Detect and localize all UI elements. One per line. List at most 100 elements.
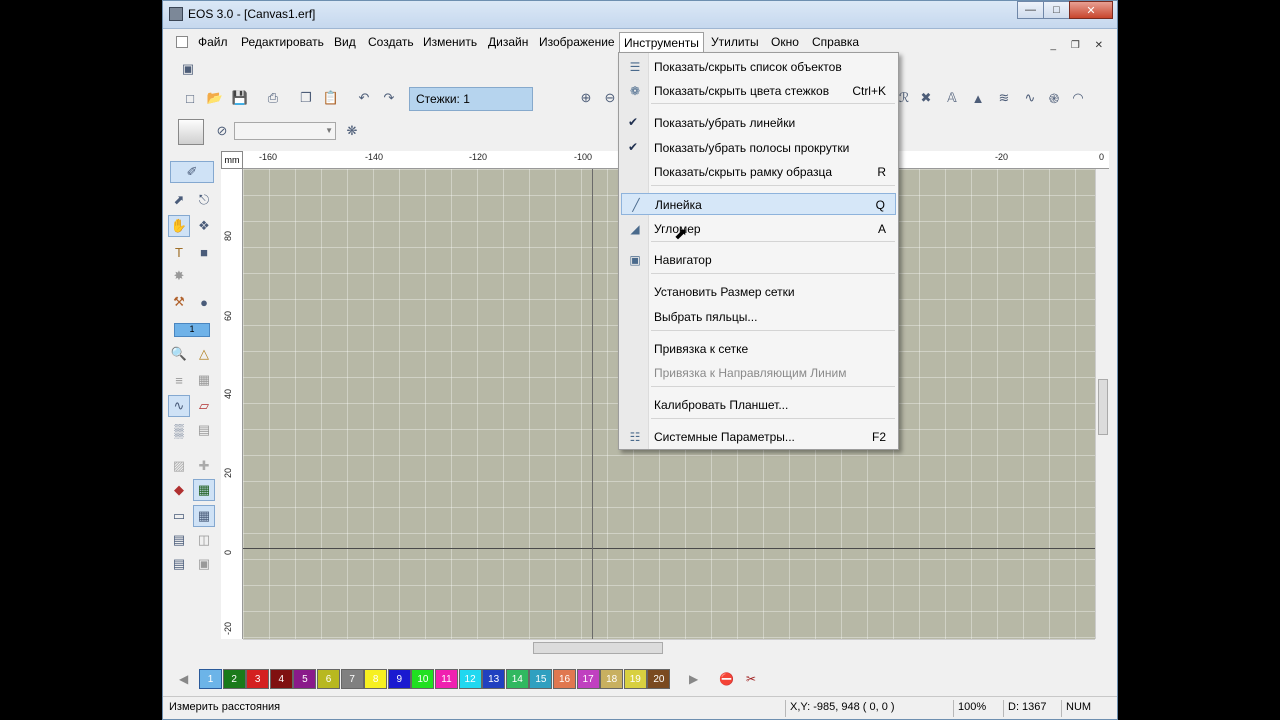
- shapes-icon[interactable]: ●: [193, 291, 215, 313]
- palette-chip[interactable]: 2: [222, 669, 246, 689]
- vertical-scroll-thumb[interactable]: [1098, 379, 1108, 435]
- menu-item[interactable]: Привязка к сетке: [621, 338, 896, 360]
- open-folder-icon[interactable]: 📂: [206, 89, 224, 107]
- menu-design[interactable]: Дизайн: [483, 34, 533, 50]
- spiral-icon[interactable]: ֎: [1045, 89, 1063, 107]
- measure-icon[interactable]: ▤: [168, 553, 190, 575]
- zoom-tool-icon[interactable]: 🔍: [168, 343, 190, 365]
- horizontal-scroll-thumb[interactable]: [533, 642, 663, 654]
- grid-icon[interactable]: ▦: [193, 505, 215, 527]
- palette-chip[interactable]: 18: [600, 669, 624, 689]
- pattern-icon[interactable]: ❖: [193, 215, 215, 237]
- palette-chip[interactable]: 3: [246, 669, 270, 689]
- palette-chip[interactable]: 14: [505, 669, 529, 689]
- menu-item[interactable]: ▣ Навигатор: [621, 249, 896, 271]
- menu-modify[interactable]: Изменить: [418, 34, 482, 50]
- monitor-icon[interactable]: ▣: [179, 60, 197, 78]
- menu-item[interactable]: Установить Размер сетки: [621, 281, 896, 303]
- palette-next-icon[interactable]: ▶: [689, 672, 698, 686]
- magic-select-icon[interactable]: ❋: [343, 122, 361, 140]
- zoom-out-icon[interactable]: ⊖: [601, 89, 619, 107]
- machine-icon[interactable]: ▣: [193, 553, 215, 575]
- fill-pattern-icon[interactable]: ▲: [969, 89, 987, 107]
- menu-create[interactable]: Создать: [363, 34, 419, 50]
- save-icon[interactable]: 💾: [231, 89, 249, 107]
- palette-chip[interactable]: 17: [576, 669, 600, 689]
- running-stitch-icon[interactable]: ∿: [168, 395, 190, 417]
- palette-chip[interactable]: 15: [529, 669, 553, 689]
- image-icon[interactable]: ▦: [193, 479, 215, 501]
- menu-view[interactable]: Вид: [329, 34, 361, 50]
- palette-chip[interactable]: 4: [269, 669, 293, 689]
- color-swatch[interactable]: [178, 119, 204, 145]
- select-arrow-icon[interactable]: ⬈: [168, 189, 190, 211]
- panel-icon[interactable]: ▤: [168, 529, 190, 551]
- stitches-counter[interactable]: Стежки: 1: [409, 87, 533, 111]
- palette-prev-icon[interactable]: ◀: [179, 672, 188, 686]
- menu-item[interactable]: ✔ Показать/убрать линейки: [621, 112, 896, 134]
- redo-icon[interactable]: ↷: [380, 89, 398, 107]
- palette-chip[interactable]: 12: [458, 669, 482, 689]
- menu-item[interactable]: ☰ Показать/скрыть список объектов: [621, 56, 896, 78]
- scan-icon[interactable]: ◫: [193, 529, 215, 551]
- menu-item[interactable]: ❁ Показать/скрыть цвета стежков Ctrl+K: [621, 80, 896, 102]
- minimize-button[interactable]: —: [1017, 1, 1044, 19]
- move-hand-icon[interactable]: ✋: [168, 215, 190, 237]
- palette-chip[interactable]: 5: [293, 669, 317, 689]
- document-icon[interactable]: [176, 36, 188, 48]
- new-file-icon[interactable]: □: [181, 89, 199, 107]
- menu-edit[interactable]: Редактировать: [236, 34, 329, 50]
- stitch-b-icon[interactable]: ▦: [193, 369, 215, 391]
- palette-chip[interactable]: 8: [364, 669, 388, 689]
- node-edit-icon[interactable]: ⎋: [193, 189, 215, 211]
- stitch-a-icon[interactable]: ≡: [168, 369, 190, 391]
- hammer-icon[interactable]: ⚒: [168, 291, 190, 313]
- menu-help[interactable]: Справка: [807, 34, 864, 50]
- eraser-icon[interactable]: ◆: [168, 479, 190, 501]
- close-button[interactable]: ✕: [1069, 1, 1113, 19]
- menu-tools[interactable]: Инструменты: [619, 32, 704, 53]
- fabric-icon[interactable]: ▤: [193, 419, 215, 441]
- palette-chip[interactable]: 6: [317, 669, 340, 689]
- satin-stitch-icon[interactable]: ▱: [193, 395, 215, 417]
- menu-window[interactable]: Окно: [766, 34, 804, 50]
- prohibit-icon[interactable]: ⊘: [213, 122, 231, 140]
- thread-combo[interactable]: ▼: [234, 122, 336, 140]
- menu-item[interactable]: Выбрать пяльцы...: [621, 306, 896, 328]
- toolbox-value[interactable]: 1: [174, 323, 210, 337]
- ruler-tool-icon[interactable]: △: [193, 343, 215, 365]
- signature-tool-icon[interactable]: ✐: [170, 161, 214, 183]
- palette-chip[interactable]: 13: [482, 669, 506, 689]
- star-icon[interactable]: ✸: [168, 265, 190, 287]
- scissors-icon[interactable]: ✂: [746, 672, 756, 686]
- copy-icon[interactable]: ❐: [297, 89, 315, 107]
- print-icon[interactable]: ⎙: [264, 89, 282, 107]
- cross-stitch-icon[interactable]: ✖: [917, 89, 935, 107]
- palette-chip[interactable]: 11: [435, 669, 458, 689]
- mdi-controls[interactable]: _ ❐ ✕: [1051, 40, 1109, 51]
- undo-icon[interactable]: ↶: [355, 89, 373, 107]
- palette-chip[interactable]: 19: [623, 669, 647, 689]
- menu-item[interactable]: Калибровать Планшет...: [621, 394, 896, 416]
- arc-icon[interactable]: ◠: [1069, 89, 1087, 107]
- menu-image[interactable]: Изображение: [534, 34, 620, 50]
- palette-chip[interactable]: 16: [553, 669, 576, 689]
- move-cross-icon[interactable]: ✚: [193, 455, 215, 477]
- menu-item[interactable]: ☷ Системные Параметры... F2: [621, 426, 896, 448]
- paste-icon[interactable]: 📋: [322, 89, 340, 107]
- zoom-in-icon[interactable]: ⊕: [577, 89, 595, 107]
- vertical-scrollbar[interactable]: [1095, 169, 1109, 639]
- palette-chip[interactable]: 1: [199, 669, 222, 689]
- menu-item[interactable]: ╱ Линейка Q: [621, 193, 896, 215]
- menu-item[interactable]: ◢ Угломер A: [621, 218, 896, 240]
- menu-item[interactable]: ✔ Показать/убрать полосы прокрутки: [621, 137, 896, 159]
- rectangle-icon[interactable]: ■: [193, 241, 215, 263]
- palette-chip[interactable]: 10: [411, 669, 435, 689]
- palette-chip[interactable]: 9: [387, 669, 411, 689]
- transform-icon[interactable]: ▨: [168, 455, 190, 477]
- horizontal-scrollbar[interactable]: [243, 639, 1095, 655]
- menu-file[interactable]: Файл: [193, 34, 233, 50]
- fill-stitch-icon[interactable]: ▒: [168, 419, 190, 441]
- palette-chip[interactable]: 7: [340, 669, 364, 689]
- maximize-button[interactable]: □: [1043, 1, 1070, 19]
